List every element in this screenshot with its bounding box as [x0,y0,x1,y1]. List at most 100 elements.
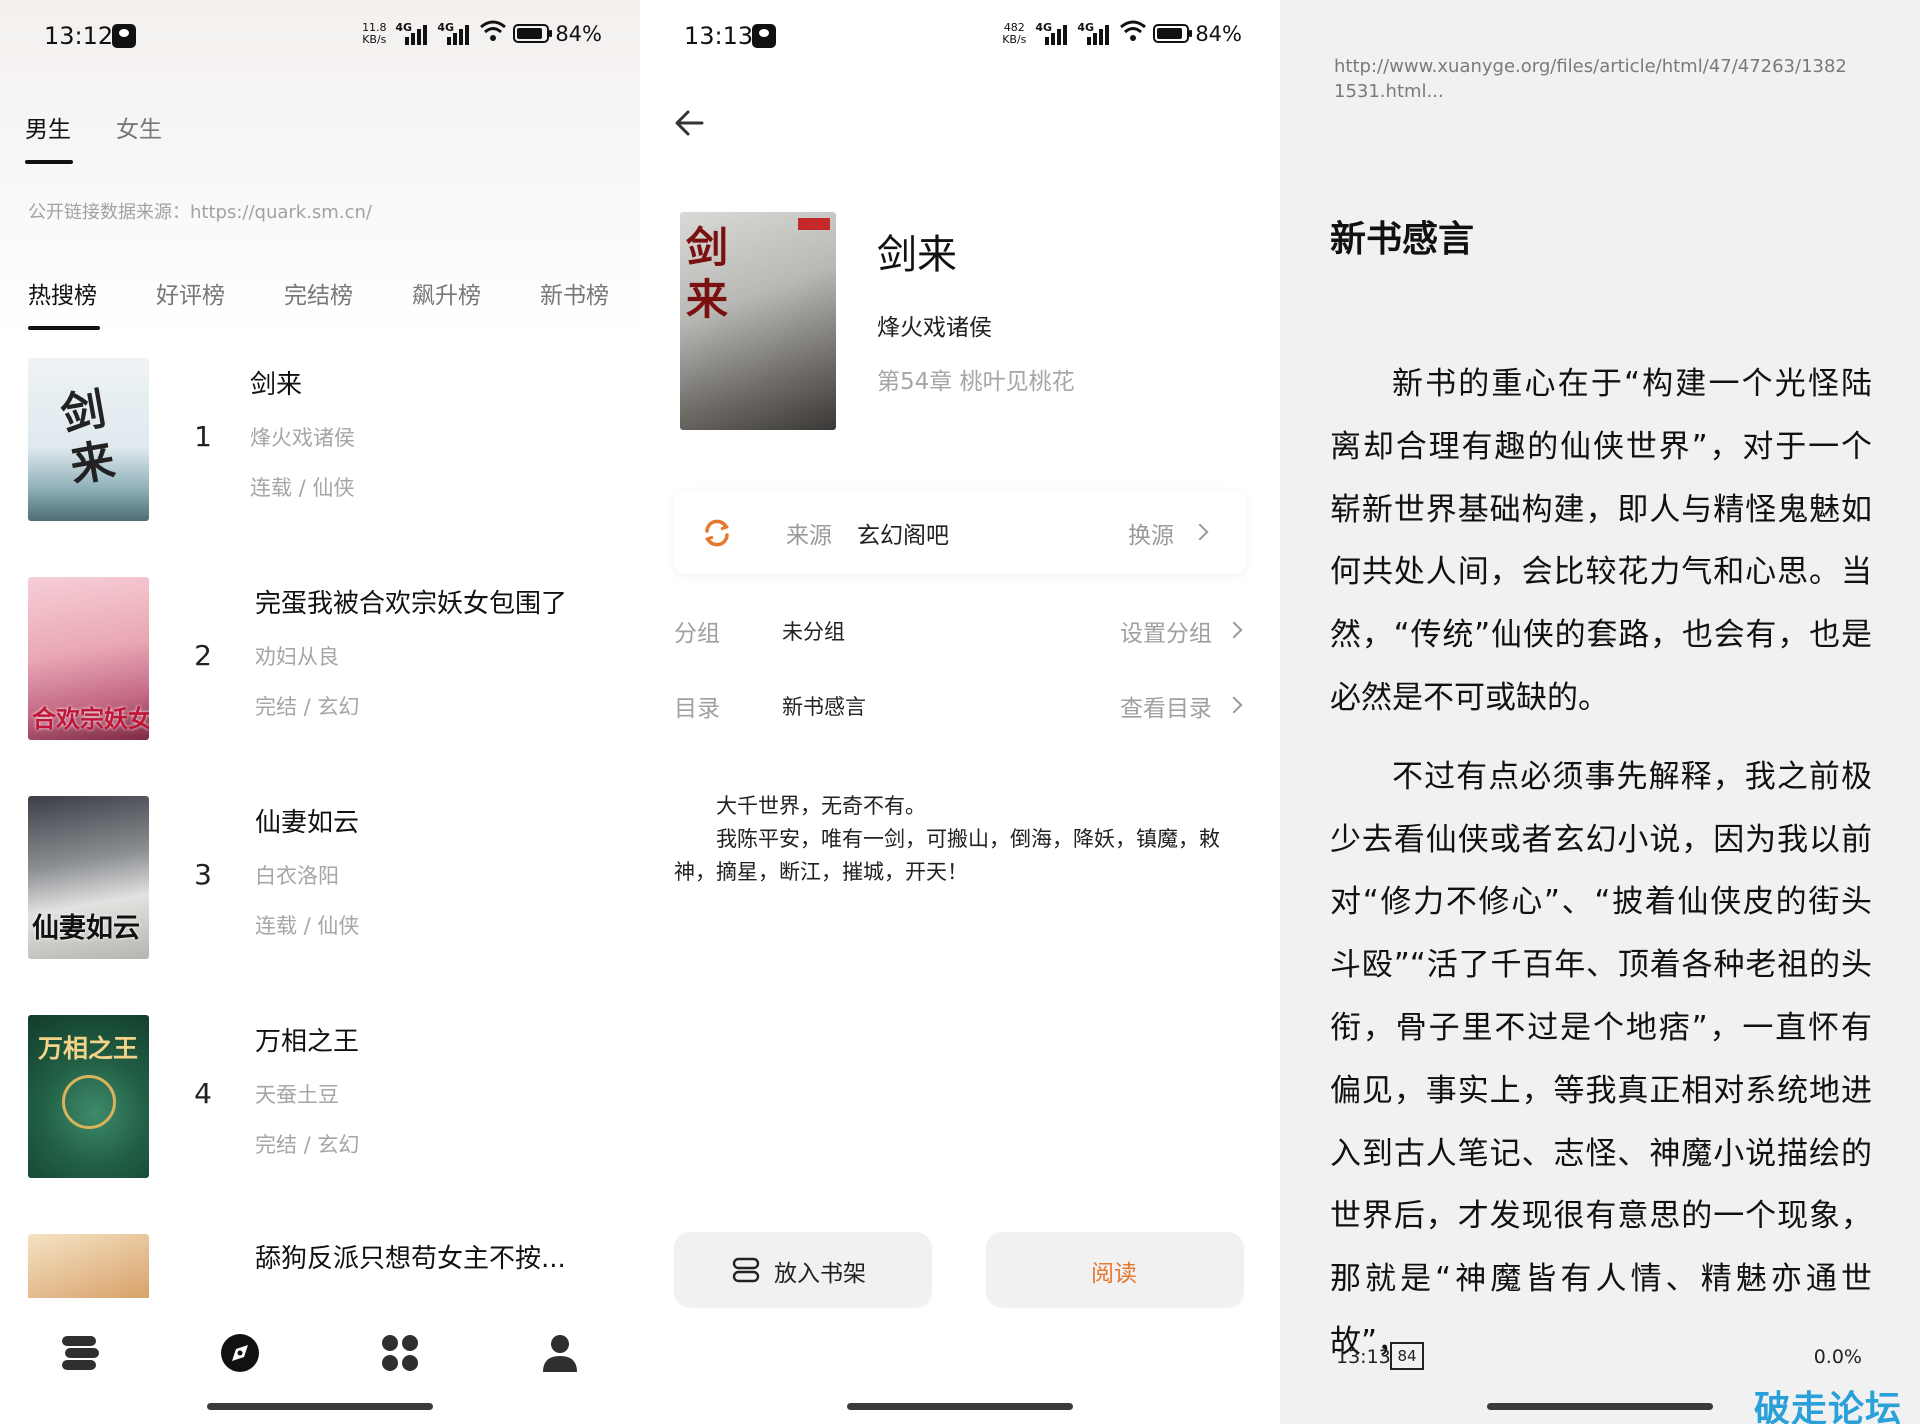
tab-male[interactable]: 男生 [25,110,71,144]
book-title: 万相之王 [255,1027,360,1057]
battery-percent: 84% [555,21,602,46]
chevron-right-icon [1225,621,1243,639]
wifi-icon [479,20,507,47]
battery-percent: 84% [1195,21,1242,46]
profile-icon[interactable] [539,1332,581,1374]
view-toc-button[interactable]: 查看目录 [1120,689,1212,723]
toc-label: 目录 [674,696,720,722]
book-cover: 合欢宗妖女 [28,577,149,740]
tab-completed[interactable]: 完结榜 [284,276,353,310]
notification-icon [752,24,776,48]
status-bar: 13:13 482 KB/s 4G 4G 84% [640,0,1280,74]
tab-hot-search[interactable]: 热搜榜 [28,276,97,310]
toc-row[interactable]: 目录 新书感言 查看目录 [674,689,1246,729]
book-detail-screen: 13:13 482 KB/s 4G 4G 84% 剑来 剑来 烽火戏诸侯 第54… [640,0,1280,1424]
add-to-shelf-button[interactable]: 放入书架 [674,1232,932,1308]
book-author: 白衣洛阳 [255,864,339,888]
apps-icon[interactable] [379,1332,421,1374]
book-author: 天蚕土豆 [255,1083,339,1107]
signal-icon: 4G [437,21,473,47]
notification-icon [112,24,136,48]
watermark: 破走论坛 [1753,1389,1902,1424]
status-time: 13:12 [44,22,114,50]
book-list-item[interactable]: 仙妻如云 3 仙妻如云 白衣洛阳 连载 / 仙侠 [0,796,640,996]
chevron-right-icon [1225,696,1243,714]
latest-chapter: 第54章 桃叶见桃花 [877,369,1075,395]
tab-indicator [25,160,73,164]
group-row[interactable]: 分组 未分组 设置分组 [674,614,1246,654]
bookshelf-add-icon [732,1256,760,1284]
switch-source-button[interactable]: 换源 [1128,516,1174,550]
chevron-right-icon [1191,523,1209,541]
status-bar: 13:12 11.8 KB/s 4G 4G 84% [0,0,640,74]
book-meta: 完结 / 玄幻 [255,1133,360,1157]
intro-paragraph: 大千世界，无奇不有。 [716,794,926,818]
source-label: 来源 [786,523,832,549]
chapter-content[interactable]: 新书的重心在于“构建一个光怪陆离却合理有趣的仙侠世界”，对于一个崭新世界基础构建… [1330,353,1872,1390]
read-button[interactable]: 阅读 [986,1232,1244,1308]
signal-icon: 4G [1035,21,1071,47]
home-indicator[interactable] [207,1403,433,1410]
book-intro: 大千世界，无奇不有。 我陈平安，唯有一剑，可搬山，倒海，降妖，镇魔，敕神，摘星，… [674,790,1224,889]
network-speed: 482 KB/s [1002,20,1027,46]
battery-icon [513,24,553,43]
status-indicators: 482 KB/s 4G 4G 84% [999,20,1242,47]
home-indicator[interactable] [1487,1403,1713,1410]
refresh-icon [702,518,732,548]
book-title: 仙妻如云 [255,808,360,838]
reader-screen: http://www.xuanyge.org/files/article/htm… [1280,0,1920,1424]
tab-top-rated[interactable]: 好评榜 [156,276,225,310]
book-meta: 连载 / 仙侠 [255,914,360,938]
book-meta: 完结 / 玄幻 [255,695,360,719]
chapter-url: http://www.xuanyge.org/files/article/htm… [1334,56,1847,102]
source-name: 玄幻阁吧 [857,523,949,549]
signal-icon: 4G [1077,21,1113,47]
book-title: 剑来 [877,232,957,278]
signal-icon: 4G [395,21,431,47]
tab-female[interactable]: 女生 [116,110,162,144]
book-cover: 仙妻如云 [28,796,149,959]
publisher-badge [798,218,830,230]
content-paragraph: 新书的重心在于“构建一个光怪陆离却合理有趣的仙侠世界”，对于一个崭新世界基础构建… [1330,366,1872,716]
chapter-title: 新书感言 [1330,219,1475,260]
book-author: 烽火戏诸侯 [877,315,992,341]
rank-number: 4 [194,1077,212,1110]
book-title: 完蛋我被合欢宗妖女包围了 [255,589,568,619]
source-card[interactable]: 来源 玄幻阁吧 换源 [674,490,1246,574]
reader-battery: 84 [1390,1342,1424,1370]
tab-rising[interactable]: 飙升榜 [412,276,481,310]
book-title: 剑来 [250,370,303,400]
rank-number: 2 [194,639,212,672]
reading-progress: 0.0% [1813,1346,1862,1368]
compass-emblem [62,1075,116,1129]
book-list-item[interactable]: 万相之王 4 万相之王 天蚕土豆 完结 / 玄幻 [0,1015,640,1215]
content-paragraph: 不过有点必须事先解释，我之前极少去看仙侠或者玄幻小说，因为我以前对“修力不修心”… [1330,758,1872,1360]
set-group-button[interactable]: 设置分组 [1120,614,1212,648]
book-list-item[interactable]: 合欢宗妖女 2 完蛋我被合欢宗妖女包围了 劝妇从良 完结 / 玄幻 [0,577,640,777]
tab-new-books[interactable]: 新书榜 [540,276,609,310]
book-author: 劝妇从良 [255,645,339,669]
discover-icon[interactable] [219,1332,261,1374]
book-list-item[interactable]: 剑来 1 剑来 烽火戏诸侯 连载 / 仙侠 [0,358,640,558]
back-arrow-icon[interactable] [674,108,704,138]
reader-time: 13:13 [1336,1346,1391,1368]
rank-number: 3 [194,858,212,891]
data-source-note: 公开链接数据来源：https://quark.sm.cn/ [28,202,372,223]
book-meta: 连载 / 仙侠 [250,476,355,500]
group-label: 分组 [674,621,720,647]
home-indicator[interactable] [847,1403,1073,1410]
status-time: 13:13 [684,22,754,50]
book-cover: 剑来 [28,358,149,521]
bookshelf-icon[interactable] [59,1332,101,1374]
rank-number: 1 [194,420,212,453]
toc-value: 新书感言 [782,695,866,719]
ranking-screen: 13:12 11.8 KB/s 4G 4G 84% 男生 女生 公开链接数据来源… [0,0,640,1424]
book-cover: 剑来 [680,212,836,430]
intro-paragraph: 我陈平安，唯有一剑，可搬山，倒海，降妖，镇魔，敕神，摘星，断江，摧城，开天！ [674,827,1220,884]
group-value: 未分组 [782,620,845,644]
battery-icon [1153,24,1193,43]
book-author: 烽火戏诸侯 [250,426,355,450]
wifi-icon [1119,20,1147,47]
book-cover: 万相之王 [28,1015,149,1178]
status-indicators: 11.8 KB/s 4G 4G 84% [359,20,602,47]
